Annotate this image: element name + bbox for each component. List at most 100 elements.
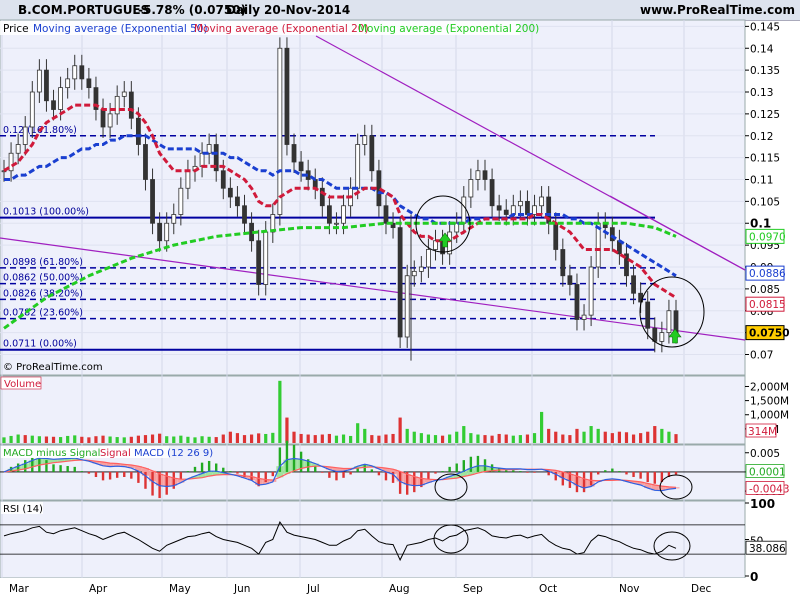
volume-bar [448, 434, 452, 443]
volume-pane[interactable] [0, 375, 746, 445]
volume-bar [349, 435, 353, 443]
rsi-pane[interactable] [0, 500, 746, 579]
macd-legend-hist: MACD minus Signal [3, 448, 100, 459]
candle-body [503, 209, 509, 215]
volume-label: Volume [4, 379, 41, 390]
candle-body [581, 314, 587, 320]
price-pane[interactable] [0, 19, 746, 376]
macd-legend-macd: MACD (12 26 9) [134, 448, 213, 459]
volume-bar [73, 435, 77, 443]
candle-body [532, 205, 537, 215]
candle-body [574, 284, 580, 320]
volume-bar [667, 431, 671, 443]
candle-body [525, 200, 530, 215]
volume-bar [483, 435, 487, 443]
candle-body [659, 332, 665, 342]
volume-bar [306, 434, 310, 443]
rsi-tick-label: 100 [750, 497, 775, 511]
volume-bar [235, 433, 240, 443]
volume-bar [589, 426, 593, 443]
candle-body [334, 222, 339, 225]
candle-body [517, 200, 523, 207]
candle-body [58, 87, 63, 110]
candle-body [29, 91, 35, 128]
candle-body [475, 170, 481, 180]
candle-body [426, 249, 431, 268]
volume-tick-label: 1,500M [750, 396, 789, 408]
legend-ema200: Moving average (Exponential 200) [358, 23, 539, 35]
volume-bar [299, 433, 303, 443]
x-tick-label: Oct [539, 583, 557, 595]
volume-bar [582, 431, 586, 443]
candle-body [44, 69, 49, 102]
candle-body [79, 65, 85, 80]
volume-bar [561, 434, 565, 443]
volume-bar [66, 435, 70, 443]
price-tick-label: 0.11 [750, 175, 773, 187]
x-tick-label: Jul [306, 583, 320, 595]
volume-bar [129, 436, 133, 443]
x-tick-label: Mar [9, 583, 29, 595]
volume-bar [37, 436, 41, 443]
volume-bar [497, 433, 501, 443]
candle-body [468, 179, 474, 198]
volume-bar [101, 435, 105, 443]
volume-bar [511, 435, 515, 443]
copyright-label: © ProRealTime.com [3, 362, 103, 373]
candle-body [22, 126, 28, 145]
volume-bar [554, 431, 558, 443]
candle-body [220, 170, 226, 189]
volume-bar [575, 428, 579, 443]
candle-body [256, 240, 262, 285]
volume-bar [9, 435, 13, 443]
price-tick-label: 0.125 [750, 109, 780, 121]
price-tick-label: 0.145 [750, 21, 780, 33]
volume-bar [193, 437, 197, 443]
candle-body [539, 196, 544, 207]
candle-body [298, 161, 304, 172]
candle-body [157, 222, 163, 242]
candle-body [121, 91, 127, 97]
volume-bar [660, 428, 664, 443]
volume-tick-label: 2,000M [750, 381, 789, 393]
volume-bar [150, 434, 155, 443]
price-tick-label: 0.07 [750, 350, 773, 362]
candle-body [482, 170, 488, 180]
volume-bar [285, 417, 289, 443]
candle-body [235, 196, 240, 207]
chart-svg[interactable]: 0.12 (161.80%)0.1013 (100.00%)0.0898 (61… [0, 0, 800, 600]
candle-body [341, 205, 346, 224]
volume-bar [370, 435, 374, 443]
candle-body [411, 270, 417, 277]
candle-body [291, 144, 297, 163]
candle-body [15, 144, 21, 154]
volume-bar [532, 433, 537, 443]
candle-body [150, 179, 155, 224]
candle-body [588, 266, 594, 316]
volume-bar [16, 434, 20, 443]
price-tick-label: 0.14 [750, 43, 774, 55]
candle-body [36, 69, 42, 93]
price-tick-label: 0.13 [750, 87, 773, 99]
volume-bar [617, 431, 622, 443]
candle-body [114, 95, 120, 115]
macd-legend-signal: Signal [100, 448, 131, 459]
volume-bar [412, 431, 416, 443]
x-tick-label: Dec [691, 583, 712, 595]
volume-bar [2, 437, 6, 443]
volume-bar [377, 435, 381, 443]
volume-bar [44, 436, 49, 443]
fib-level-label: 0.0711 (0.00%) [3, 339, 77, 350]
volume-bar [384, 434, 388, 443]
candle-body [8, 152, 14, 172]
volume-bar [547, 428, 551, 443]
volume-last-label: 314M [748, 426, 777, 438]
price-tick-label: 0.105 [750, 196, 780, 208]
volume-bar [115, 437, 119, 443]
volume-bar [257, 433, 261, 443]
volume-bar [228, 431, 232, 443]
candle-body [171, 214, 177, 224]
volume-bar [143, 435, 148, 443]
legend-ema20: Moving average (Exponential 20) [194, 23, 369, 35]
volume-bar [568, 435, 572, 443]
